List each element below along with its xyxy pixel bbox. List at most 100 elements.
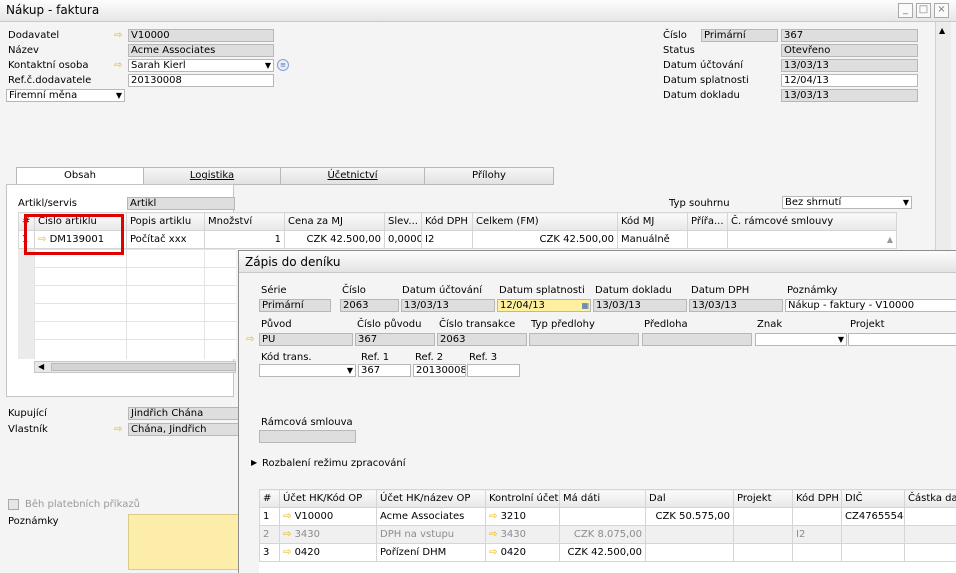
item-prira[interactable] [687,230,728,249]
j-col-castka-dane[interactable]: Částka daně [904,489,956,508]
item-desc[interactable]: Počítač xxx [126,230,205,249]
j-rozbaleni-label[interactable]: Rozbalení režimu zpracování [262,458,406,469]
j-poznamky-field[interactable]: Nákup - faktury - V10000 [785,299,956,312]
credit[interactable] [645,525,734,544]
col-cena[interactable]: Cena za MJ [284,212,385,231]
j-datum-dok-field[interactable]: 13/03/13 [593,299,687,312]
datum-uct-field[interactable]: 13/03/13 [781,59,918,72]
horizontal-scrollbar[interactable]: ◀ [34,361,236,373]
close-button[interactable]: × [934,3,949,18]
col-ramcove[interactable]: Č. rámcové smlouvy [727,212,897,231]
nazev-field[interactable]: Acme Associates [128,44,274,57]
table-row[interactable]: 2 ⇨ 3430 DPH na vstupu ⇨ 3430 CZK 8.075,… [259,525,956,544]
item-ramcove[interactable]: ▲ [727,230,897,249]
acct-name[interactable]: DPH na vstupu [376,525,486,544]
ref-field[interactable]: 20130008 [128,74,274,87]
link-arrow-icon[interactable]: ⇨ [283,511,295,522]
link-arrow-icon[interactable]: ⇨ [114,60,122,71]
scroll-up-icon[interactable]: ▲ [887,235,893,244]
datum-dok-field[interactable]: 13/03/13 [781,89,918,102]
project[interactable] [733,525,793,544]
ctrl-cell[interactable]: ⇨ 0420 [485,543,560,562]
tax-amount[interactable] [904,543,956,562]
tab-prilohy[interactable]: Přílohy [424,167,554,185]
j-znak-select[interactable]: ▼ [755,333,847,346]
acct-name[interactable]: Acme Associates [376,507,486,526]
scroll-thumb[interactable] [51,363,236,371]
j-ref2-field[interactable]: 20130008 [413,364,466,377]
maximize-button[interactable]: □ [916,3,931,18]
artikl-field[interactable]: Artikl [127,197,235,210]
project[interactable] [733,543,793,562]
j-col-ucet-nazev[interactable]: Účet HK/název OP [376,489,486,508]
vat-code[interactable] [792,507,842,526]
datum-spl-field[interactable]: 12/04/13 [781,74,918,87]
j-col-dal[interactable]: Dal [645,489,734,508]
j-col-kontrolni[interactable]: Kontrolní účet [485,489,560,508]
dic[interactable] [841,543,905,562]
link-arrow-icon[interactable]: ⇨ [283,529,295,540]
info-icon[interactable]: ≡ [277,59,289,71]
acct-cell[interactable]: ⇨ 3430 [279,525,377,544]
j-col-projekt[interactable]: Projekt [733,489,793,508]
item-qty[interactable]: 1 [204,230,285,249]
project[interactable] [733,507,793,526]
dodavatel-field[interactable]: V10000 [128,29,274,42]
tax-amount[interactable] [904,525,956,544]
link-arrow-icon[interactable]: ⇨ [114,30,122,41]
item-price[interactable]: CZK 42.500,00 [284,230,385,249]
tab-obsah[interactable]: Obsah [16,167,144,185]
j-col-ucet-kod[interactable]: Účet HK/Kód OP [279,489,377,508]
currency-select[interactable]: Firemní měna ▼ [6,89,125,102]
col-sleva[interactable]: Slev... [384,212,422,231]
debit[interactable] [559,507,646,526]
minimize-button[interactable]: _ [898,3,913,18]
vat-code[interactable] [792,543,842,562]
table-row[interactable]: 3 ⇨ 0420 Pořízení DHM ⇨ 0420 CZK 42.500,… [259,543,956,562]
j-ref1-field[interactable]: 367 [358,364,411,377]
item-discount[interactable]: 0,0000 [384,230,422,249]
col-celkem[interactable]: Celkem (FM) [472,212,618,231]
j-col-kod-dph[interactable]: Kód DPH [792,489,842,508]
j-ref3-field[interactable] [467,364,520,377]
credit[interactable]: CZK 50.575,00 [645,507,734,526]
tab-logistika[interactable]: Logistika [143,167,281,185]
item-vat[interactable]: I2 [421,230,473,249]
dic[interactable] [841,525,905,544]
status-field[interactable]: Otevřeno [781,44,918,57]
j-typ-predlohy-field[interactable] [529,333,639,346]
link-arrow-icon[interactable]: ⇨ [246,334,254,345]
calendar-icon[interactable]: ▦ [581,300,589,311]
scroll-left-icon[interactable]: ◀ [38,362,44,371]
scroll-up-icon[interactable]: ▲ [939,26,945,35]
j-datum-dph-field[interactable]: 13/03/13 [689,299,783,312]
tax-amount[interactable] [904,507,956,526]
item-uom[interactable]: Manuálně [617,230,688,249]
ctrl-cell[interactable]: ⇨ 3210 [485,507,560,526]
table-row[interactable]: 1 ⇨ V10000 Acme Associates ⇨ 3210 CZK 50… [259,507,956,526]
link-arrow-icon[interactable]: ⇨ [489,547,501,558]
ctrl-cell[interactable]: ⇨ 3430 [485,525,560,544]
debit[interactable]: CZK 8.075,00 [559,525,646,544]
tab-ucetnictvi[interactable]: Účetnictví [280,167,425,185]
acct-cell[interactable]: ⇨ 0420 [279,543,377,562]
j-datum-uct-field[interactable]: 13/03/13 [401,299,495,312]
item-total[interactable]: CZK 42.500,00 [472,230,618,249]
j-col-ma-dati[interactable]: Má dáti [559,489,646,508]
link-arrow-icon[interactable]: ⇨ [114,424,122,435]
kupujici-field[interactable]: Jindřich Chána [128,407,240,420]
beh-checkbox[interactable] [8,499,19,510]
kontakt-select[interactable]: Sarah Kierl ▼ [128,59,274,72]
link-arrow-icon[interactable]: ⇨ [489,511,501,522]
dic[interactable]: CZ47655544 [841,507,905,526]
vlastnik-field[interactable]: Chána, Jindřich [128,423,240,436]
j-cislo-trans-field[interactable]: 2063 [437,333,527,346]
col-prira[interactable]: Přířa... [687,212,728,231]
j-cislo-field[interactable]: 2063 [340,299,399,312]
j-serie-field[interactable]: Primární [259,299,331,312]
debit[interactable]: CZK 42.500,00 [559,543,646,562]
j-col-hash[interactable]: # [259,489,280,508]
link-arrow-icon[interactable]: ⇨ [489,529,501,540]
j-projekt-field[interactable] [848,333,956,346]
acct-cell[interactable]: ⇨ V10000 [279,507,377,526]
